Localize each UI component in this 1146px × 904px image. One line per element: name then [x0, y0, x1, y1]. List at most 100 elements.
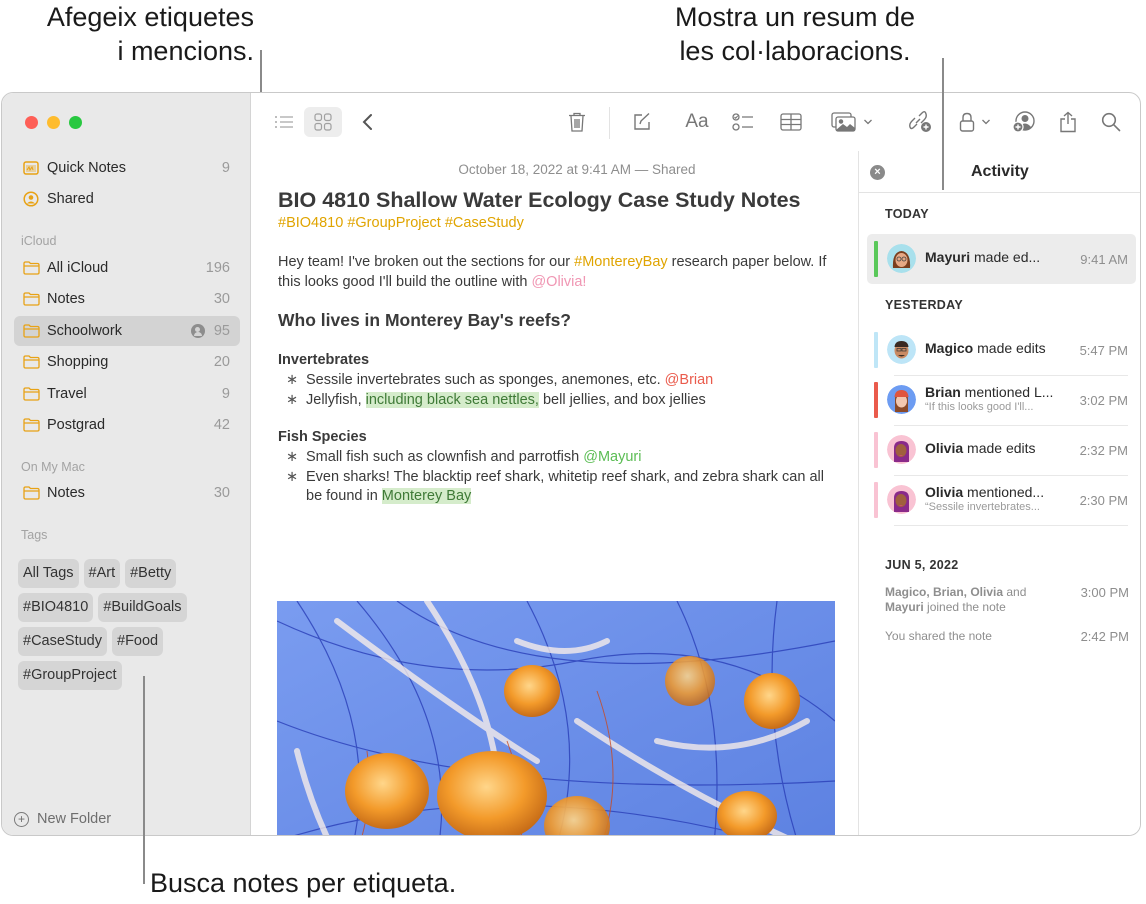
sidebar-item-shopping[interactable]: Shopping 20: [14, 347, 240, 377]
avatar-olivia: [887, 485, 916, 514]
bullet-list: Sessile invertebrates such as sponges, a…: [278, 371, 848, 410]
activity-title: Activity: [971, 163, 1029, 180]
folder-icon: [22, 417, 40, 433]
activity-time: 3:00 PM: [1080, 585, 1129, 600]
share-icon[interactable]: [1057, 107, 1079, 137]
table-icon[interactable]: [778, 107, 804, 137]
divider: [894, 525, 1128, 526]
activity-line: Magico made edits: [925, 340, 1065, 356]
minimize-window-button[interactable]: [47, 116, 60, 129]
activity-item[interactable]: Magico made edits 5:47 PM: [867, 325, 1136, 375]
gallery-view-icon[interactable]: [304, 107, 342, 137]
folder-icon: [22, 354, 40, 370]
callout-collab-summary: Mostra un resum de les col·laboracions.: [650, 0, 940, 68]
lock-icon[interactable]: [955, 107, 995, 137]
activity-action: made ed...: [970, 249, 1041, 265]
note-count: 95: [213, 323, 230, 339]
jellyfish-illustration: [277, 601, 835, 835]
note-date: October 18, 2022 at 9:41 AM — Shared: [458, 162, 696, 177]
note-count: 196: [205, 260, 230, 276]
sidebar-item-all-icloud[interactable]: All iCloud 196: [14, 253, 240, 283]
sidebar-item-label: Notes: [47, 485, 85, 501]
tag-food[interactable]: #Food: [112, 627, 164, 656]
toolbar: Aa: [252, 93, 1140, 151]
activity-text: Olivia mentioned... “Sessile invertebrat…: [925, 484, 1065, 513]
activity-item[interactable]: Mayuri made ed... 9:41 AM: [867, 234, 1136, 284]
mention-olivia[interactable]: @Olivia!: [531, 274, 586, 290]
tag-browser: All Tags #Art #Betty #BIO4810 #BuildGoal…: [18, 559, 238, 690]
callout-leader: [942, 58, 944, 190]
sidebar-item-schoolwork[interactable]: Schoolwork 95: [14, 316, 240, 346]
activity-item[interactable]: Olivia made edits 2:32 PM: [867, 425, 1136, 475]
sidebar-item-shared[interactable]: Shared: [14, 184, 240, 214]
folder-icon: [22, 386, 40, 402]
callout-line: Mostra un resum de: [674, 2, 916, 32]
sidebar-item-notes[interactable]: Notes 30: [14, 284, 240, 314]
avatar-brian: [887, 385, 916, 414]
sidebar-item-quick-notes[interactable]: Quick Notes 9: [14, 153, 240, 183]
sidebar-item-label: Schoolwork: [47, 323, 122, 339]
plus-circle-icon: +: [14, 811, 29, 827]
sidebar-item-label: Travel: [47, 386, 87, 402]
shared-folder-icon: [190, 324, 205, 338]
sidebar-item-travel[interactable]: Travel 9: [14, 379, 240, 409]
chevron-down-icon: [864, 119, 872, 125]
activity-item[interactable]: Brian mentioned L... “If this looks good…: [867, 375, 1136, 425]
close-activity-button[interactable]: ×: [870, 165, 885, 180]
media-icon[interactable]: [830, 107, 874, 137]
checklist-icon[interactable]: [731, 107, 755, 137]
folder-icon: [22, 291, 40, 307]
new-folder-button[interactable]: + New Folder: [14, 811, 111, 827]
tag-betty[interactable]: #Betty: [125, 559, 177, 588]
activity-time: 5:47 PM: [1079, 342, 1128, 358]
list-view-icon[interactable]: [272, 107, 296, 137]
sidebar-item-postgrad[interactable]: Postgrad 42: [14, 410, 240, 440]
tag-casestudy[interactable]: #CaseStudy: [18, 627, 107, 656]
sidebar-item-label: Postgrad: [47, 417, 106, 433]
close-window-button[interactable]: [25, 116, 38, 129]
mention-mayuri[interactable]: @Mayuri: [583, 449, 641, 465]
item-text: Sessile invertebrates such as sponges, a…: [306, 372, 665, 388]
jellyfish-image[interactable]: [277, 601, 835, 835]
tag-bio4810[interactable]: #BIO4810: [18, 593, 94, 622]
callout-line: i mencions.: [117, 36, 254, 66]
inline-tag[interactable]: #MontereyBay: [574, 254, 668, 270]
note-hashtags[interactable]: #BIO4810 #GroupProject #CaseStudy: [278, 215, 524, 231]
collaborate-link-icon[interactable]: [907, 107, 933, 137]
activity-text: Mayuri made ed...: [925, 249, 1065, 265]
participant-color-bar: [874, 432, 878, 468]
intro-text: Hey team! I've broken out the sections f…: [278, 254, 575, 270]
participant-color-bar: [874, 241, 878, 277]
back-chevron-icon[interactable]: [357, 107, 377, 137]
note-heading: Who lives in Monterey Bay's reefs?: [278, 310, 571, 330]
search-icon[interactable]: [1100, 107, 1122, 137]
activity-action: made edits: [963, 440, 1036, 456]
activity-item[interactable]: Olivia mentioned... “Sessile invertebrat…: [867, 475, 1136, 525]
trash-icon[interactable]: [566, 107, 588, 137]
group-today: TODAY: [885, 207, 929, 221]
activity-time: 3:02 PM: [1079, 392, 1128, 408]
mention-brian[interactable]: @Brian: [665, 372, 714, 388]
note-title[interactable]: BIO 4810 Shallow Water Ecology Case Stud…: [278, 188, 801, 213]
compose-icon[interactable]: [630, 107, 654, 137]
activity-time: 2:30 PM: [1079, 492, 1128, 508]
tag-art[interactable]: #Art: [83, 559, 121, 588]
format-text-icon[interactable]: Aa: [683, 107, 711, 137]
tag-groupproject[interactable]: #GroupProject: [18, 661, 122, 690]
tag-buildgoals[interactable]: #BuildGoals: [98, 593, 187, 622]
callout-leader: [143, 676, 145, 884]
sidebar-item-label: Notes: [47, 291, 85, 307]
zoom-window-button[interactable]: [69, 116, 82, 129]
note-count: 20: [213, 354, 230, 370]
note-intro[interactable]: Hey team! I've broken out the sections f…: [278, 253, 848, 292]
activity-line: Olivia mentioned...: [925, 484, 1065, 500]
section-label-icloud: iCloud: [21, 234, 57, 248]
tag-all-tags[interactable]: All Tags: [18, 559, 79, 588]
list-item: Sessile invertebrates such as sponges, a…: [278, 371, 848, 391]
sidebar-item-mac-notes[interactable]: Notes 30: [14, 478, 240, 508]
share-person-icon[interactable]: [1011, 107, 1037, 137]
folder-icon: [22, 260, 40, 276]
participant-name: Mayuri: [925, 249, 971, 265]
activity-text: Magico made edits: [925, 340, 1065, 356]
note-editor[interactable]: October 18, 2022 at 9:41 AM — Shared BIO…: [252, 151, 858, 835]
